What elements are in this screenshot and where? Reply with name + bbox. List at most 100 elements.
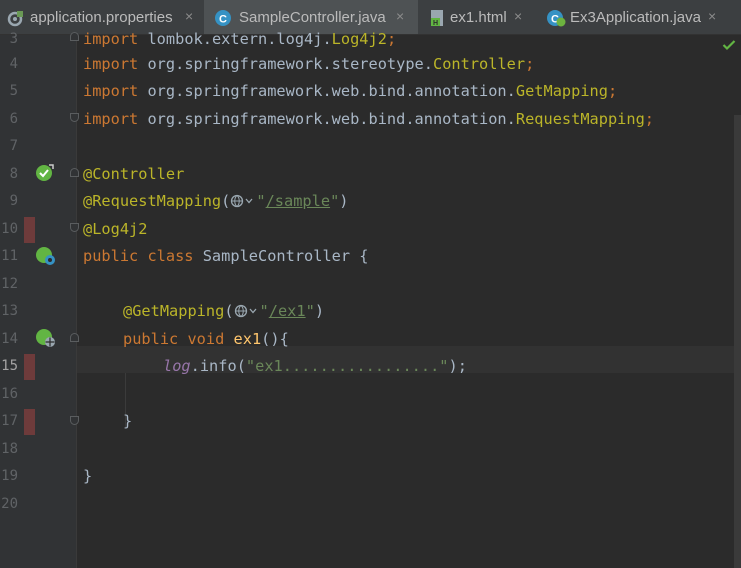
code-line-14: public void ex1(){	[123, 326, 289, 353]
web-url-icon[interactable]	[234, 304, 260, 318]
paren: )	[339, 192, 349, 210]
close-icon[interactable]: ×	[514, 8, 522, 24]
keyword: import	[83, 30, 139, 48]
class-name: SampleController	[193, 247, 360, 265]
paren: (	[224, 302, 234, 320]
line-number: 13	[1, 303, 18, 319]
brace: }	[83, 467, 93, 485]
annotation: @Log4j2	[83, 220, 148, 238]
fold-marker[interactable]	[70, 416, 79, 425]
line-number: 17	[1, 413, 18, 429]
semicolon: ;	[525, 55, 535, 73]
code-line-15[interactable]: log.info("ex1.................");	[163, 353, 467, 380]
web-url-icon[interactable]	[230, 194, 256, 208]
class-name: Log4j2	[331, 30, 387, 48]
method-params: (){	[261, 330, 289, 348]
line-number: 9	[9, 193, 18, 209]
line-number: 10	[1, 221, 18, 237]
close-icon[interactable]: ×	[185, 8, 193, 24]
code-line-13: @GetMapping("/ex1")	[123, 298, 324, 325]
line-number: 12	[1, 276, 18, 292]
properties-file-icon	[7, 11, 23, 27]
string-quote: "	[305, 302, 315, 320]
method-name: ex1	[233, 330, 262, 348]
tab-label: application.properties	[30, 9, 173, 26]
tab-label: Ex3Application.java	[570, 9, 701, 26]
package-name: lombok.extern.log4j.	[138, 30, 332, 48]
fold-marker[interactable]	[70, 168, 79, 177]
semicolon: ;	[386, 30, 397, 48]
fold-marker[interactable]	[70, 113, 79, 122]
keyword: import	[83, 55, 139, 73]
spring-app-icon: C	[547, 10, 566, 27]
tab-ex3-application[interactable]: C Ex3Application.java ×	[536, 0, 741, 34]
code-line-19: }	[83, 463, 92, 490]
annotation: @RequestMapping	[83, 192, 222, 210]
code-line-8: @Controller	[83, 161, 184, 188]
line-number: 20	[1, 496, 18, 512]
code-line-5: import org.springframework.web.bind.anno…	[83, 78, 617, 105]
keyword: import	[83, 110, 139, 128]
class-name: Controller	[432, 55, 526, 73]
change-marker	[24, 354, 35, 380]
keyword: public class	[83, 247, 194, 265]
brace: }	[123, 412, 133, 430]
line-number: 11	[1, 248, 18, 264]
check-icon[interactable]	[722, 39, 736, 51]
string-quote: "	[330, 192, 340, 210]
brace: {	[359, 247, 369, 265]
line-number: 16	[1, 386, 18, 402]
fold-marker[interactable]	[70, 333, 79, 342]
code-line-6: import org.springframework.web.bind.anno…	[83, 106, 654, 133]
fold-marker[interactable]	[70, 32, 79, 41]
fold-marker[interactable]	[70, 223, 79, 232]
tab-ex1-html[interactable]: H ex1.html ×	[418, 0, 536, 34]
code-editor[interactable]: 3 4 5 6 7 8 9 10 11 12 13 14 15 16 17 18…	[0, 30, 741, 568]
line-number: 19	[1, 468, 18, 484]
package-name: org.springframework.web.bind.annotation.	[138, 110, 516, 128]
string-quote: "	[256, 192, 266, 210]
change-marker	[24, 217, 35, 243]
semicolon: ;	[607, 82, 618, 100]
line-number: 4	[9, 56, 18, 72]
line-number: 5	[9, 83, 18, 99]
url-path[interactable]: /ex1	[269, 302, 306, 320]
close-icon[interactable]: ×	[708, 8, 716, 24]
code-line-11: public class SampleController {	[83, 243, 369, 270]
tab-label: ex1.html	[450, 9, 507, 26]
code-line-9: @RequestMapping( "/sample")	[83, 188, 349, 215]
code-line-3: import lombok.extern.log4j.Log4j2;	[83, 26, 396, 53]
editor-gutter: 3 4 5 6 7 8 9 10 11 12 13 14 15 16 17 18…	[0, 31, 79, 568]
tab-label: SampleController.java	[239, 9, 386, 26]
class-name: RequestMapping	[515, 110, 645, 128]
html-file-icon: H	[431, 10, 443, 27]
statement-end: );	[448, 357, 467, 375]
code-line-4: import org.springframework.stereotype.Co…	[83, 51, 534, 78]
line-number: 3	[9, 31, 18, 47]
code-line-17: }	[123, 408, 132, 435]
annotation: @Controller	[83, 165, 185, 183]
line-number: 15	[1, 358, 18, 374]
log-field: log	[163, 357, 191, 375]
vertical-scrollbar[interactable]	[734, 115, 741, 568]
request-mapping-icon[interactable]	[35, 328, 57, 348]
change-marker	[24, 409, 35, 435]
code-line-10: @Log4j2	[83, 216, 147, 243]
method-call: .info(	[190, 357, 246, 375]
semicolon: ;	[644, 110, 655, 128]
paren: (	[221, 192, 231, 210]
line-number: 8	[9, 166, 18, 182]
keyword: import	[83, 82, 139, 100]
line-number: 6	[9, 111, 18, 127]
close-icon[interactable]: ×	[396, 8, 404, 24]
string-literal: "ex1................."	[245, 357, 449, 375]
keyword: public void	[123, 330, 225, 348]
spring-bean-icon[interactable]	[35, 163, 55, 183]
class-name: GetMapping	[515, 82, 608, 100]
url-path[interactable]: /sample	[266, 192, 330, 210]
spring-bean-web-icon[interactable]	[35, 246, 57, 266]
annotation: @GetMapping	[123, 302, 225, 320]
java-class-icon: C	[215, 10, 231, 26]
package-name: org.springframework.web.bind.annotation.	[138, 82, 516, 100]
svg-text:H: H	[433, 20, 438, 27]
